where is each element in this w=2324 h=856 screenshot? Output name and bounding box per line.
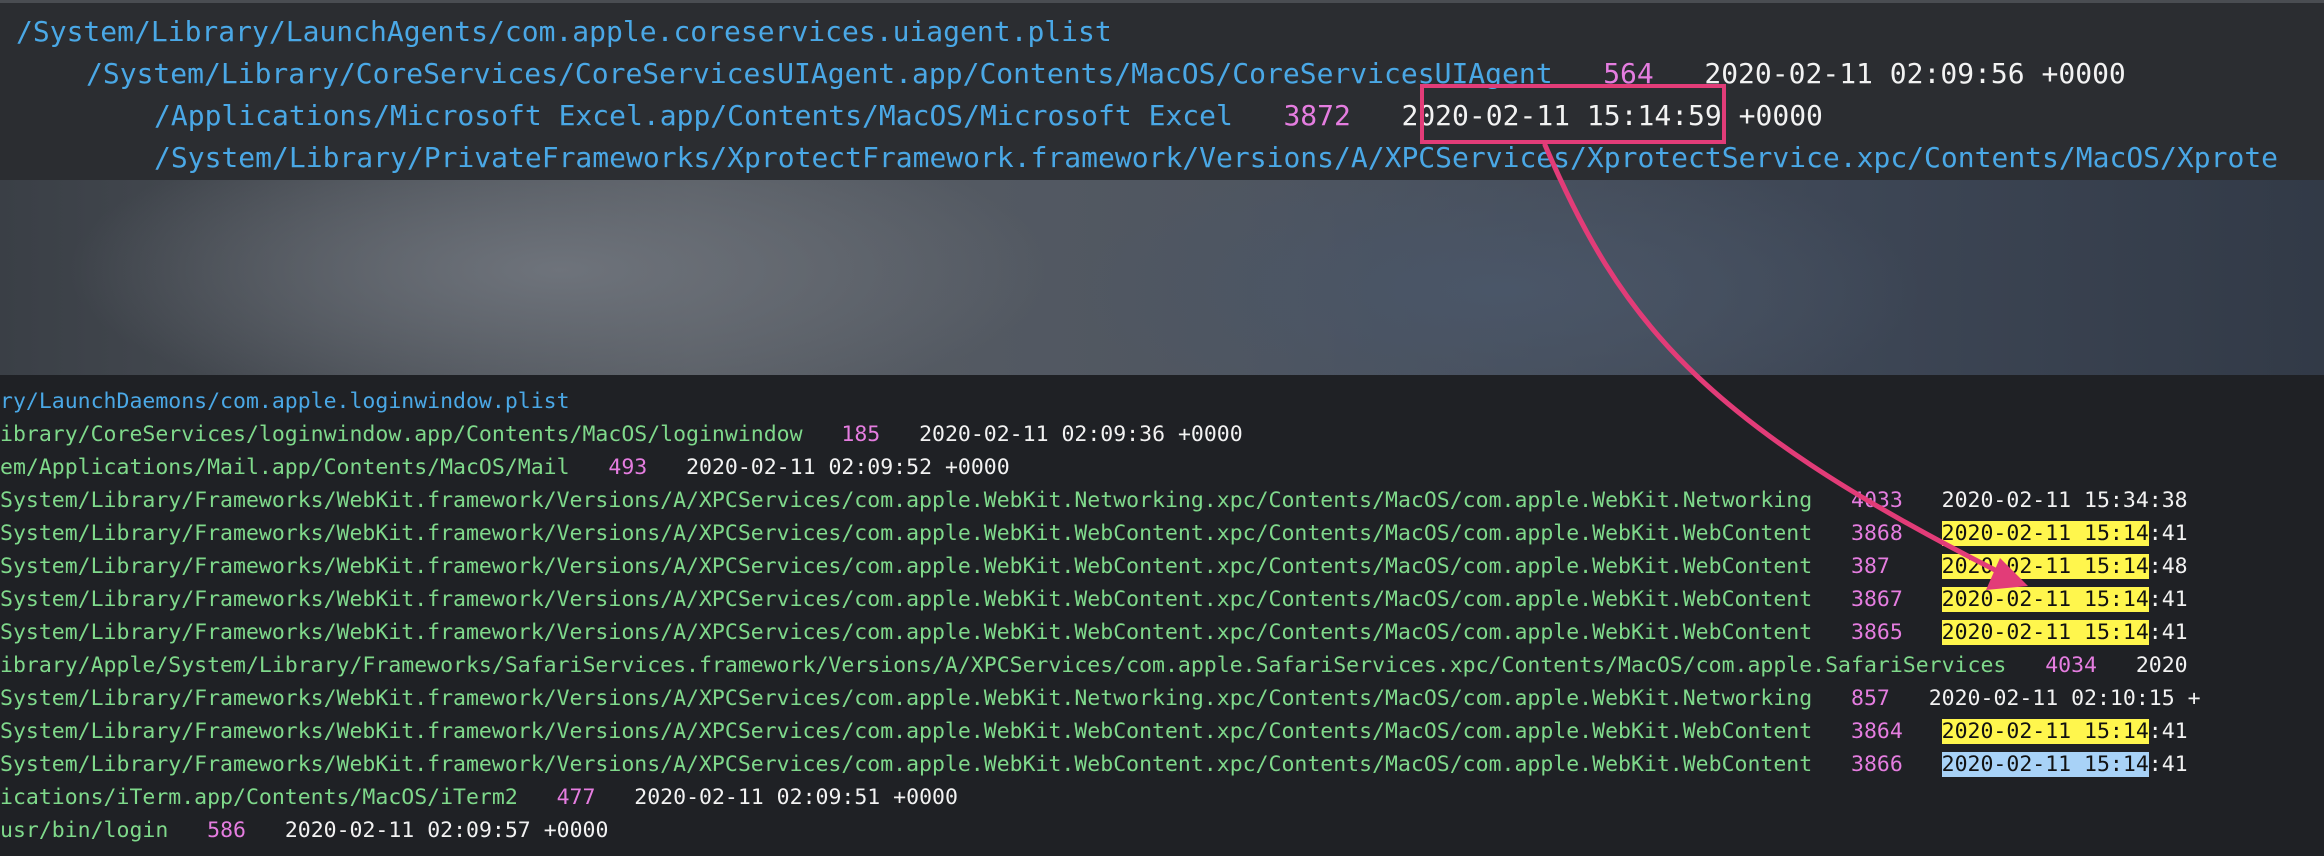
process-path: System/Library/Frameworks/WebKit.framewo… xyxy=(0,488,1813,513)
screenshot-stage: /System/Library/LaunchAgents/com.apple.c… xyxy=(0,0,2324,856)
process-pid: 857 xyxy=(1851,686,1890,711)
plist-path: ry/LaunchDaemons/com.apple.loginwindow.p… xyxy=(0,389,570,414)
process-date: 2020-02-11 02:09:56 +0000 xyxy=(1704,57,2126,90)
process-path: ibrary/CoreServices/loginwindow.app/Cont… xyxy=(0,422,803,447)
process-date: 2020-02-11 15:34:38 xyxy=(1941,488,2188,513)
process-path: System/Library/Frameworks/WebKit.framewo… xyxy=(0,620,1813,645)
log-row: ibrary/CoreServices/loginwindow.app/Cont… xyxy=(0,418,1243,451)
process-pid: 564 xyxy=(1603,57,1654,90)
top-line-coreservices: /System/Library/CoreServices/CoreService… xyxy=(86,53,2126,95)
highlighted-date: 2020-02-11 15:14 xyxy=(1941,554,2149,579)
date-rest: :41 xyxy=(2148,752,2188,777)
process-path: /System/Library/PrivateFrameworks/Xprote… xyxy=(154,141,2279,174)
process-date: 2020-02-11 02:10:15 + xyxy=(1928,686,2201,711)
process-pid: 185 xyxy=(841,422,881,447)
process-date: 2020-02-11 02:09:51 +0000 xyxy=(634,785,958,810)
process-pid: 3864 xyxy=(1851,719,1903,744)
process-path: usr/bin/login xyxy=(0,818,169,843)
highlighted-date: 2020-02-11 15:14 xyxy=(1941,719,2149,744)
process-path: System/Library/Frameworks/WebKit.framewo… xyxy=(0,587,1813,612)
date-rest: :41 xyxy=(2148,521,2188,546)
process-path: ications/iTerm.app/Contents/MacOS/iTerm2 xyxy=(0,785,518,810)
log-row: System/Library/Frameworks/WebKit.framewo… xyxy=(0,550,2188,583)
date-rest: :41 xyxy=(2148,719,2188,744)
log-row: ry/LaunchDaemons/com.apple.loginwindow.p… xyxy=(0,385,570,418)
process-pid: 3867 xyxy=(1851,587,1903,612)
process-pid: 3868 xyxy=(1851,521,1903,546)
process-pid: 477 xyxy=(556,785,596,810)
highlighted-date: 2020-02-11 15:14 xyxy=(1941,521,2149,546)
process-path: System/Library/Frameworks/WebKit.framewo… xyxy=(0,719,1813,744)
boxed-date: 2020-02-11 15:14 xyxy=(1401,99,1672,132)
process-path: /Applications/Microsoft Excel.app/Conten… xyxy=(154,99,1233,132)
top-line-excel: /Applications/Microsoft Excel.app/Conten… xyxy=(154,95,1823,137)
date-rest: :59 +0000 xyxy=(1671,99,1823,132)
highlighted-date: 2020-02-11 15:14 xyxy=(1941,620,2149,645)
process-path: /System/Library/CoreServices/CoreService… xyxy=(86,57,1553,90)
log-row: System/Library/Frameworks/WebKit.framewo… xyxy=(0,484,2188,517)
selected-date: 2020-02-11 15:14 xyxy=(1941,752,2149,777)
process-pid: 3872 xyxy=(1283,99,1351,132)
process-pid: 387 xyxy=(1851,554,1890,579)
top-terminal-panel: /System/Library/LaunchAgents/com.apple.c… xyxy=(0,0,2324,180)
process-path: em/Applications/Mail.app/Contents/MacOS/… xyxy=(0,455,570,480)
top-line-xprotect: /System/Library/PrivateFrameworks/Xprote… xyxy=(154,137,2278,179)
log-row: System/Library/Frameworks/WebKit.framewo… xyxy=(0,517,2188,550)
process-path: System/Library/Frameworks/WebKit.framewo… xyxy=(0,554,1813,579)
log-row: System/Library/Frameworks/WebKit.framewo… xyxy=(0,748,2188,781)
log-row: em/Applications/Mail.app/Contents/MacOS/… xyxy=(0,451,1010,484)
process-path: ibrary/Apple/System/Library/Frameworks/S… xyxy=(0,653,2007,678)
log-row: System/Library/Frameworks/WebKit.framewo… xyxy=(0,715,2188,748)
log-row: usr/bin/login 586 2020-02-11 02:09:57 +0… xyxy=(0,814,608,847)
process-date: 2020-02-11 02:09:57 +0000 xyxy=(284,818,609,843)
log-row: ications/iTerm.app/Contents/MacOS/iTerm2… xyxy=(0,781,958,814)
process-date: 2020-02-11 02:09:36 +0000 xyxy=(919,422,1243,447)
log-row: System/Library/Frameworks/WebKit.framewo… xyxy=(0,583,2188,616)
highlighted-date: 2020-02-11 15:14 xyxy=(1941,587,2149,612)
process-pid: 3865 xyxy=(1851,620,1903,645)
log-row: ibrary/Apple/System/Library/Frameworks/S… xyxy=(0,649,2188,682)
date-rest: :41 xyxy=(2148,587,2188,612)
process-pid: 4034 xyxy=(2045,653,2097,678)
log-row: System/Library/Frameworks/WebKit.framewo… xyxy=(0,616,2188,649)
process-path: System/Library/Frameworks/WebKit.framewo… xyxy=(0,521,1813,546)
process-date: 2020-02-11 02:09:52 +0000 xyxy=(686,455,1010,480)
process-pid: 4033 xyxy=(1851,488,1903,513)
top-line-plist: /System/Library/LaunchAgents/com.apple.c… xyxy=(16,11,1112,53)
process-path: System/Library/Frameworks/WebKit.framewo… xyxy=(0,686,1813,711)
process-pid: 586 xyxy=(207,818,246,843)
process-pid: 493 xyxy=(608,455,648,480)
log-row: System/Library/Frameworks/WebKit.framewo… xyxy=(0,682,2201,715)
process-pid: 3866 xyxy=(1851,752,1903,777)
desktop-background xyxy=(0,180,2324,375)
date-rest: :41 xyxy=(2148,620,2188,645)
process-path: System/Library/Frameworks/WebKit.framewo… xyxy=(0,752,1813,777)
bottom-terminal-panel: ry/LaunchDaemons/com.apple.loginwindow.p… xyxy=(0,375,2324,856)
plist-path: /System/Library/LaunchAgents/com.apple.c… xyxy=(16,15,1112,48)
process-date: 2020 xyxy=(2135,653,2188,678)
date-rest: :48 xyxy=(2148,554,2188,579)
